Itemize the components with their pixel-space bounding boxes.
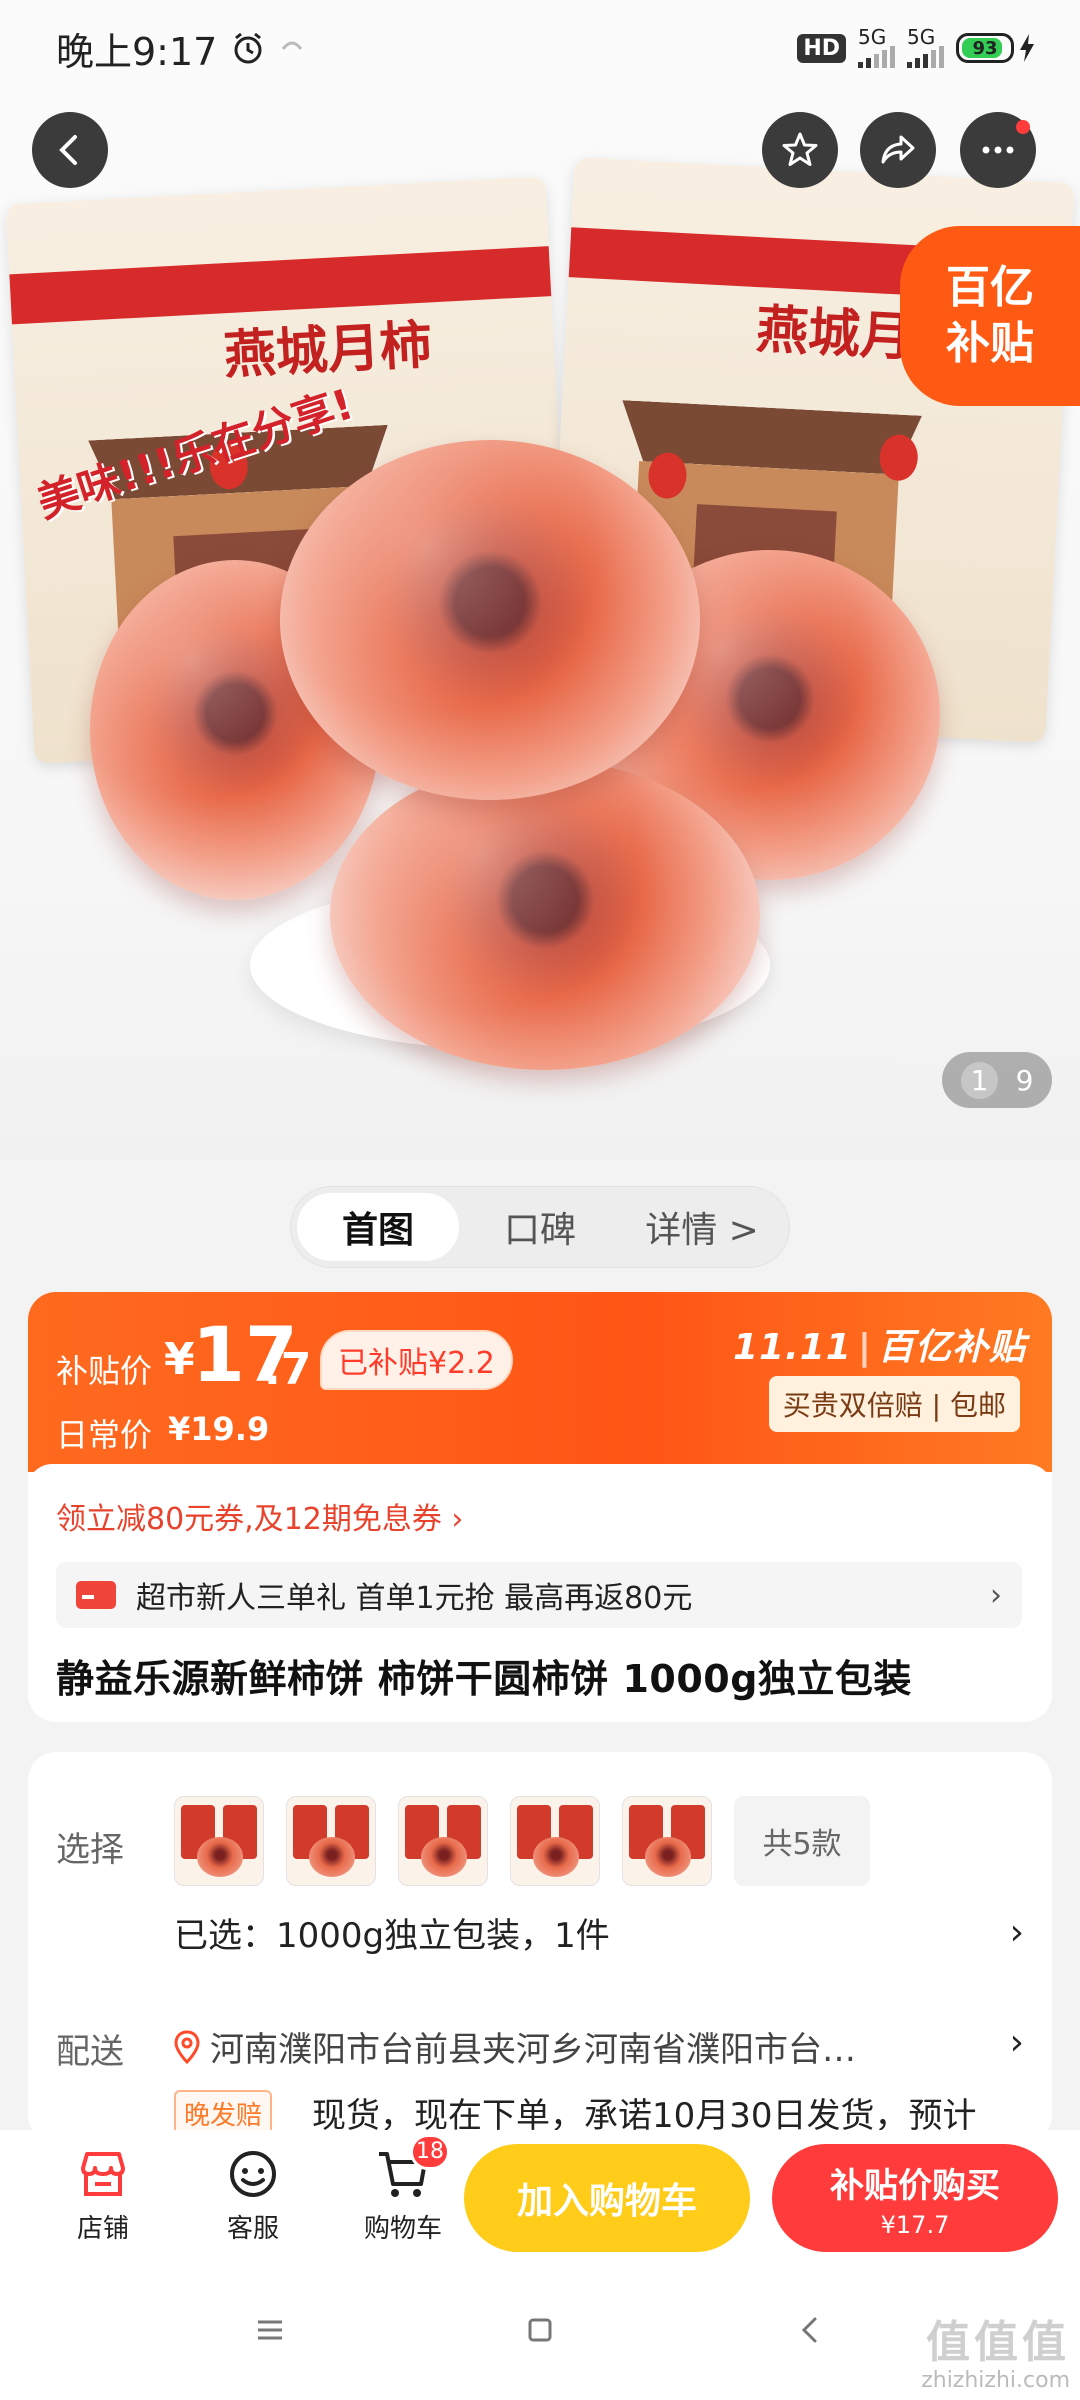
signal-1: 5G xyxy=(858,27,895,68)
product-title: 静益乐源新鲜柿饼 柿饼干圆柿饼 1000g独立包装 xyxy=(56,1657,912,1701)
tab-details[interactable]: 详情 > xyxy=(621,1193,783,1261)
back-button[interactable] xyxy=(32,112,108,188)
currency-symbol: ¥ xyxy=(164,1334,195,1385)
chat-face-icon xyxy=(230,2150,276,2197)
more-button[interactable] xyxy=(960,112,1036,188)
home-icon[interactable] xyxy=(520,2310,560,2350)
variant-thumb[interactable] xyxy=(510,1796,600,1886)
promo-text: 超市新人三单礼 首单1元抢 最高再返80元 xyxy=(136,1581,693,1616)
menu-icon[interactable] xyxy=(250,2310,290,2350)
coupon-link[interactable]: 领立减80元券,及12期免息券 › xyxy=(56,1494,463,1538)
chevron-right-icon[interactable]: › xyxy=(1010,1912,1024,1953)
coupon-section: 领立减80元券,及12期免息券 › 超市新人三单礼 首单1元抢 最高再返80元 … xyxy=(28,1464,1052,1722)
regular-price-value: ¥19.9 xyxy=(168,1410,270,1448)
watermark: 值值值 zhizhizhi.com xyxy=(921,2317,1070,2394)
customer-service-button[interactable]: 客服 xyxy=(178,2146,328,2245)
notification-dot xyxy=(1016,120,1030,134)
more-dots-icon xyxy=(982,146,1014,154)
price-card: 补贴价 ¥ 17 .7 已补贴¥2.2 日常价 ¥19.9 11.11 | 百亿补贴… xyxy=(28,1292,1052,1722)
charging-icon xyxy=(1020,34,1034,62)
share-button[interactable] xyxy=(860,112,936,188)
image-counter: 1 9 xyxy=(942,1052,1052,1108)
image-tabs: 首图 口碑 详情 > xyxy=(290,1186,790,1268)
chevron-right-icon[interactable]: › xyxy=(1010,2022,1024,2063)
variant-thumb[interactable] xyxy=(286,1796,376,1886)
status-bar: 晚上9:17 HD 5G 5G 93 xyxy=(0,0,1080,96)
options-card: 选择 共5款 已选：1000g独立包装，1件 › 配送 河南濮阳市台前县夹河乡河… xyxy=(28,1752,1052,2142)
notification-icon xyxy=(282,41,303,50)
select-label: 选择 xyxy=(56,1830,124,1870)
subsidy-corner-badge: 百亿 补贴 xyxy=(900,226,1080,406)
hd-voice-badge: HD xyxy=(797,33,846,63)
system-navigation-bar: 值值值 zhizhizhi.com xyxy=(0,2260,1080,2400)
add-to-cart-button[interactable]: 加入购物车 xyxy=(464,2144,750,2252)
regular-price-label: 日常价 xyxy=(56,1416,153,1454)
alarm-icon xyxy=(234,32,262,64)
price-decimal: .7 xyxy=(264,1344,312,1395)
share-icon xyxy=(881,135,915,164)
price-header: 补贴价 ¥ 17 .7 已补贴¥2.2 日常价 ¥19.9 11.11 | 百亿补贴… xyxy=(28,1292,1052,1472)
shop-button[interactable]: 店铺 xyxy=(28,2146,178,2245)
tab-reviews[interactable]: 口碑 xyxy=(459,1193,621,1261)
selected-variant[interactable]: 已选：1000g独立包装，1件 xyxy=(174,1908,610,1957)
clock: 晚上9:17 xyxy=(56,29,218,74)
variant-thumb[interactable] xyxy=(174,1796,264,1886)
variant-thumb[interactable] xyxy=(398,1796,488,1886)
back-nav-icon[interactable] xyxy=(790,2310,830,2350)
subsidy-price-label: 补贴价 xyxy=(56,1352,153,1390)
favorite-button[interactable] xyxy=(762,112,838,188)
subsidized-badge: 已补贴¥2.2 xyxy=(320,1330,513,1390)
star-icon xyxy=(782,132,818,166)
bottom-action-bar: 店铺 客服 购物车 18 加入购物车 补贴价购买 ¥17.7 xyxy=(0,2130,1080,2260)
chevron-left-icon xyxy=(59,135,77,165)
persimmon xyxy=(280,440,700,800)
signal-2: 5G xyxy=(907,27,944,68)
cart-count-badge: 18 xyxy=(410,2133,450,2170)
service-guarantee-tag[interactable]: 买贵双倍赔 | 包邮 xyxy=(768,1376,1020,1432)
store-icon xyxy=(81,2151,125,2196)
image-total: 9 xyxy=(1015,1063,1034,1097)
tab-main-image[interactable]: 首图 xyxy=(297,1193,459,1261)
variant-count[interactable]: 共5款 xyxy=(734,1796,870,1886)
variant-thumb[interactable] xyxy=(622,1796,712,1886)
promo-row[interactable]: 超市新人三单礼 首单1元抢 最高再返80元 › xyxy=(56,1562,1022,1628)
persimmon xyxy=(330,760,760,1070)
chevron-right-icon: › xyxy=(990,1577,1002,1613)
buy-now-button[interactable]: 补贴价购买 ¥17.7 xyxy=(772,2144,1058,2252)
card-icon xyxy=(76,1581,116,1609)
event-logo[interactable]: 11.11 | 百亿补贴 xyxy=(733,1318,1026,1370)
location-pin-icon xyxy=(174,2029,200,2064)
image-index: 1 xyxy=(960,1061,999,1099)
variant-thumbnails: 共5款 xyxy=(174,1796,870,1886)
cart-button[interactable]: 购物车 18 xyxy=(328,2133,478,2245)
battery-indicator: 93 xyxy=(956,33,1036,63)
delivery-label: 配送 xyxy=(56,2032,124,2072)
delivery-address[interactable]: 河南濮阳市台前县夹河乡河南省濮阳市台… xyxy=(174,2022,856,2071)
